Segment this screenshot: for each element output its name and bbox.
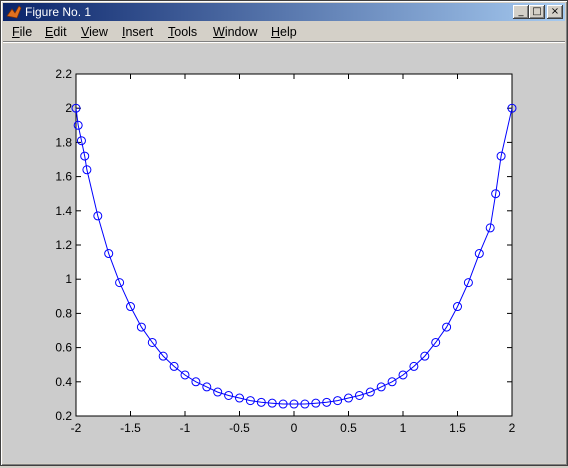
menu-insert[interactable]: Insert [122, 25, 153, 39]
menu-file-rest: ile [19, 25, 33, 39]
menu-edit-rest: dit [53, 25, 67, 39]
menu-separator [3, 41, 565, 43]
menu-tools[interactable]: Tools [168, 25, 197, 39]
minimize-icon: _ [518, 6, 524, 17]
menu-window[interactable]: Window [213, 25, 257, 39]
menu-help-key: H [271, 25, 281, 39]
y-tick-label: 1.2 [55, 238, 72, 252]
menu-view[interactable]: View [81, 25, 108, 39]
window-title: Figure No. 1 [25, 5, 92, 19]
figure-window: Figure No. 1 _ □ × File Edit View Insert… [0, 0, 568, 466]
y-tick-label: 1 [65, 272, 72, 286]
x-tick-label: -1 [180, 421, 191, 435]
figure-canvas: -2 -1.5 -1 -0.5 0 0.5 1 1.5 2 0.2 0.4 0.6 0.8 1 1.2 1.4… [3, 44, 565, 463]
x-tick-label: 2 [509, 421, 516, 435]
menu-view-key: V [81, 25, 90, 39]
minimize-button[interactable]: _ [513, 5, 529, 19]
close-button[interactable]: × [547, 5, 563, 19]
x-tick-label: -2 [71, 421, 82, 435]
y-tick-label: 1.8 [55, 135, 72, 149]
matlab-logo-icon [6, 5, 22, 19]
y-tick-label: 0.8 [55, 306, 72, 320]
menu-help[interactable]: Help [271, 25, 297, 39]
title-bar[interactable]: Figure No. 1 _ □ × [3, 3, 565, 21]
close-icon: × [550, 6, 560, 17]
x-tick-label: 0 [291, 421, 298, 435]
y-tick-label: 1.6 [55, 170, 72, 184]
maximize-button[interactable]: □ [529, 5, 545, 19]
y-tick-label: 0.6 [55, 341, 72, 355]
x-tick-label: 1 [400, 421, 407, 435]
menu-insert-rest: nsert [125, 25, 154, 39]
menu-view-rest: iew [89, 25, 108, 39]
axes-box [75, 73, 513, 417]
menu-file-key: F [12, 25, 20, 39]
y-tick-label: 0.2 [55, 409, 72, 423]
menu-file[interactable]: File [12, 25, 32, 39]
maximize-icon: □ [532, 6, 542, 17]
menu-window-rest: indow [224, 25, 258, 39]
axes-layer: -2 -1.5 -1 -0.5 0 0.5 1 1.5 2 0.2 0.4 0.6 0.8 1 1.2 1.4… [55, 67, 515, 435]
x-tick-label: -1.5 [120, 421, 141, 435]
y-tick-label: 0.4 [55, 375, 72, 389]
menu-tools-rest: ools [174, 25, 198, 39]
plot-svg: -2 -1.5 -1 -0.5 0 0.5 1 1.5 2 0.2 0.4 0.6 0.8 1 1.2 1.4… [55, 67, 517, 435]
x-tick-label: 1.5 [449, 421, 466, 435]
y-tick-label: 2 [65, 101, 72, 115]
menu-bar: File Edit View Insert Tools Window Help [3, 22, 565, 41]
menu-window-key: W [213, 25, 225, 39]
y-tick-label: 2.2 [55, 67, 72, 81]
menu-help-rest: elp [280, 25, 297, 39]
x-tick-label: -0.5 [229, 421, 250, 435]
y-tick-label: 1.4 [55, 204, 72, 218]
x-tick-label: 0.5 [340, 421, 357, 435]
menu-edit[interactable]: Edit [45, 25, 67, 39]
